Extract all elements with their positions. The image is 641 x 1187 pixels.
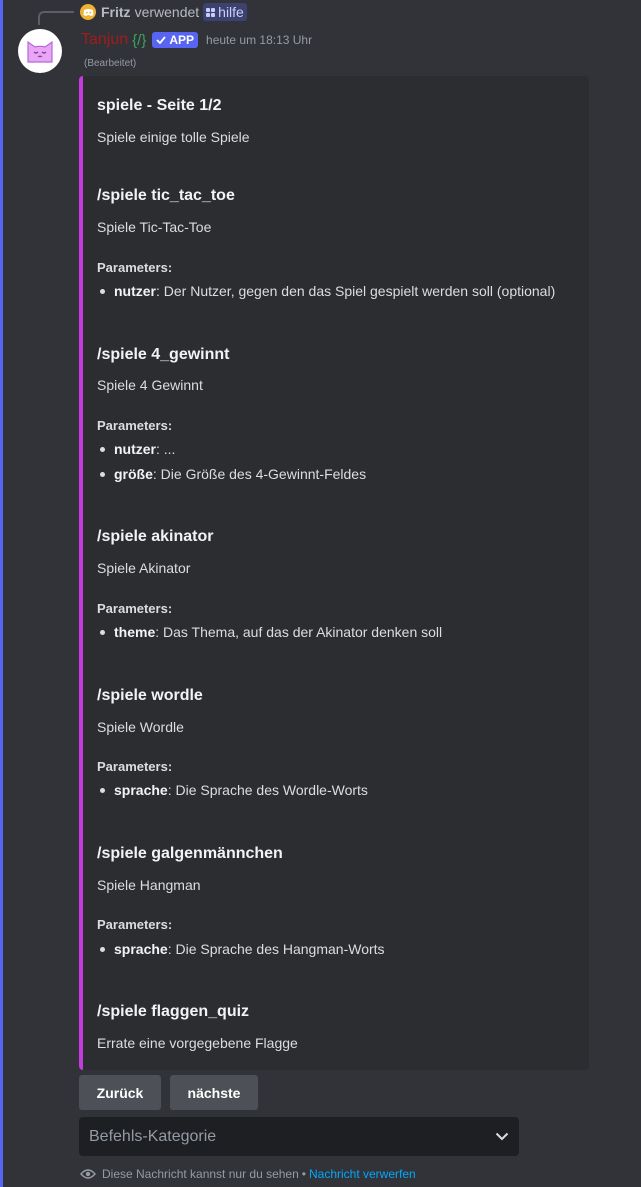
parameter-item: sprache: Die Sprache des Wordle-Worts bbox=[97, 782, 368, 798]
slash-command-icon bbox=[206, 7, 216, 17]
edited-label: (Bearbeitet) bbox=[84, 58, 137, 69]
parameter-desc: : Die Sprache des Hangman-Worts bbox=[167, 941, 385, 957]
command-title: /spiele akinator bbox=[97, 528, 214, 545]
parameter-name: größe bbox=[114, 466, 153, 482]
avatar[interactable] bbox=[18, 29, 62, 73]
parameters-label: Parameters: bbox=[97, 759, 173, 774]
chevron-down-icon bbox=[495, 1132, 509, 1141]
reply-context[interactable]: Fritz verwendet hilfe bbox=[80, 3, 247, 21]
unread-indicator-bar bbox=[0, 0, 3, 1187]
app-badge: APP bbox=[152, 32, 199, 48]
message-header: Tanjun {/} APP heute um 18:13 Uhr bbox=[81, 30, 312, 50]
reply-verb: verwendet bbox=[134, 4, 200, 20]
discord-logo-icon bbox=[80, 4, 96, 20]
help-embed: spiele - Seite 1/2 Spiele einige tolle S… bbox=[79, 76, 589, 1070]
command-description: Spiele Akinator bbox=[97, 560, 191, 576]
back-button[interactable]: Zurück bbox=[79, 1075, 161, 1110]
command-title: /spiele galgenmännchen bbox=[97, 845, 283, 862]
parameter-name: sprache bbox=[114, 941, 168, 957]
command-description: Spiele Wordle bbox=[97, 719, 184, 735]
command-description: Spiele 4 Gewinnt bbox=[97, 377, 203, 393]
author-tag: {/} bbox=[132, 31, 147, 49]
parameter-item: theme: Das Thema, auf das der Akinator d… bbox=[97, 624, 442, 640]
command-title: /spiele flaggen_quiz bbox=[97, 1003, 250, 1020]
app-badge-label: APP bbox=[169, 33, 195, 47]
reply-username[interactable]: Fritz bbox=[101, 4, 131, 20]
command-description: Errate eine vorgegebene Flagge bbox=[97, 1035, 298, 1051]
ephemeral-text: Diese Nachricht kannst nur du sehen bbox=[102, 1167, 299, 1181]
command-mention[interactable]: hilfe bbox=[203, 3, 247, 21]
parameter-item: nutzer: ... bbox=[97, 441, 175, 457]
embed-title: spiele - Seite 1/2 bbox=[97, 97, 222, 114]
command-description: Spiele Tic-Tac-Toe bbox=[97, 219, 212, 235]
eye-icon bbox=[80, 1168, 96, 1180]
parameters-label: Parameters: bbox=[97, 601, 173, 616]
separator: • bbox=[301, 1167, 306, 1181]
category-select-placeholder: Befehls-Kategorie bbox=[89, 1127, 217, 1145]
parameter-desc: : Die Sprache des Wordle-Worts bbox=[167, 782, 368, 798]
embed-description: Spiele einige tolle Spiele bbox=[97, 129, 250, 145]
command-mention-label: hilfe bbox=[218, 4, 244, 20]
parameter-name: nutzer bbox=[114, 441, 156, 457]
parameter-desc: : Der Nutzer, gegen den das Spiel gespie… bbox=[156, 283, 556, 299]
parameters-label: Parameters: bbox=[97, 260, 173, 275]
parameter-desc: : Das Thema, auf das der Akinator denken… bbox=[155, 624, 443, 640]
parameters-label: Parameters: bbox=[97, 917, 173, 932]
author-name[interactable]: Tanjun bbox=[81, 31, 128, 49]
parameter-item: größe: Die Größe des 4-Gewinnt-Feldes bbox=[97, 466, 366, 482]
timestamp[interactable]: heute um 18:13 Uhr bbox=[206, 33, 312, 47]
parameter-name: theme bbox=[114, 624, 156, 640]
command-description: Spiele Hangman bbox=[97, 877, 201, 893]
parameter-desc: : Die Größe des 4-Gewinnt-Feldes bbox=[152, 466, 367, 482]
cat-face-icon bbox=[27, 40, 53, 63]
parameter-desc: : ... bbox=[156, 441, 176, 457]
ephemeral-notice: Diese Nachricht kannst nur du sehen • Na… bbox=[80, 1166, 416, 1182]
command-title: /spiele tic_tac_toe bbox=[97, 187, 235, 204]
reply-connector-line bbox=[38, 11, 74, 25]
parameter-item: sprache: Die Sprache des Hangman-Worts bbox=[97, 941, 385, 957]
dismiss-message-link[interactable]: Nachricht verwerfen bbox=[309, 1167, 416, 1181]
parameter-name: nutzer bbox=[114, 283, 156, 299]
checkmark-icon bbox=[156, 36, 167, 44]
parameter-name: sprache bbox=[114, 782, 168, 798]
command-title: /spiele 4_gewinnt bbox=[97, 346, 230, 363]
parameter-item: nutzer: Der Nutzer, gegen den das Spiel … bbox=[97, 283, 555, 299]
parameters-label: Parameters: bbox=[97, 418, 173, 433]
category-select[interactable]: Befehls-Kategorie bbox=[79, 1117, 519, 1156]
command-title: /spiele wordle bbox=[97, 687, 203, 704]
next-button[interactable]: nächste bbox=[170, 1075, 258, 1110]
